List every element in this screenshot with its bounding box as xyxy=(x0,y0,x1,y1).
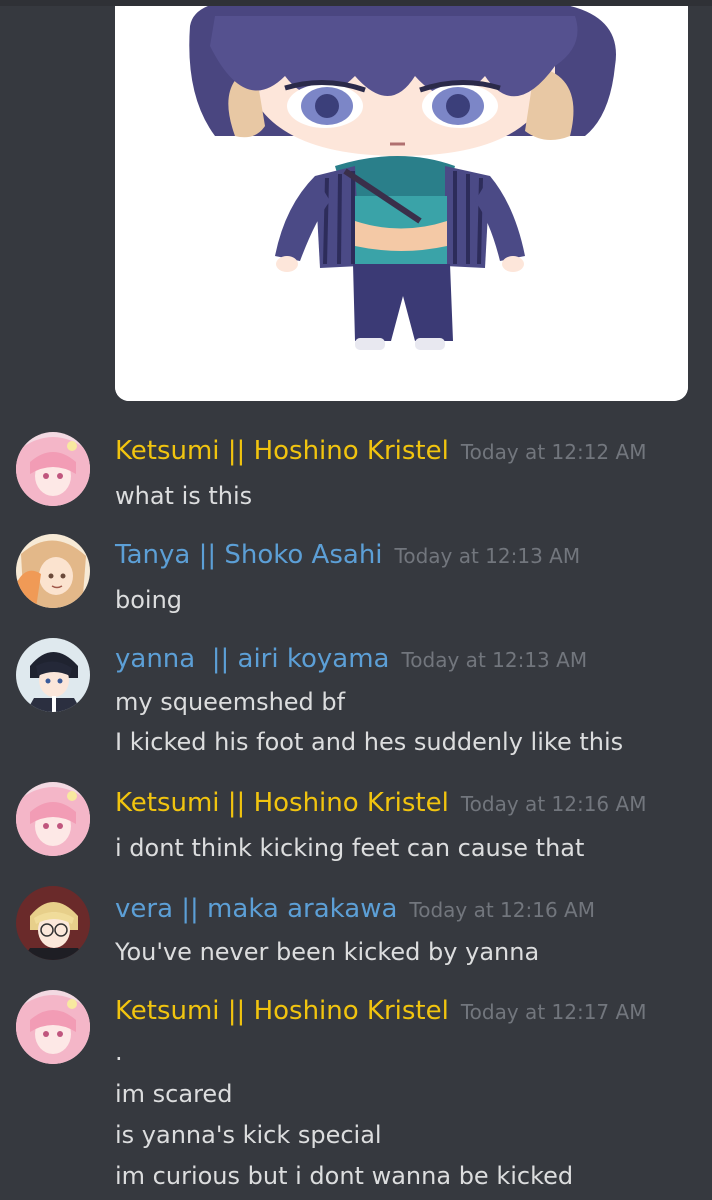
timestamp: Today at 12:13 AM xyxy=(394,544,581,568)
timestamp: Today at 12:17 AM xyxy=(460,1000,647,1024)
username[interactable]: Tanya || Shoko Asahi xyxy=(115,538,383,572)
message-text: . xyxy=(115,1038,123,1066)
avatar-blonde-hair-icon xyxy=(16,534,90,608)
avatar-pink-hair-icon xyxy=(16,990,90,1064)
timestamp: Today at 12:16 AM xyxy=(409,898,595,922)
message-text: what is this xyxy=(115,482,253,510)
timestamp: Today at 12:12 AM xyxy=(460,440,647,464)
message-text: boing xyxy=(115,586,183,614)
avatar-glasses-icon xyxy=(16,886,90,960)
username[interactable]: vera || maka arakawa xyxy=(115,892,397,926)
avatar[interactable] xyxy=(16,638,90,712)
username[interactable]: Ketsumi || Hoshino Kristel xyxy=(115,434,449,468)
avatar[interactable] xyxy=(16,534,90,608)
message-text: my squeemshed bf xyxy=(115,688,346,716)
avatar[interactable] xyxy=(16,432,90,506)
message-text: i dont think kicking feet can cause that xyxy=(115,834,585,862)
avatar-pink-hair-icon xyxy=(16,432,90,506)
avatar[interactable] xyxy=(16,782,90,856)
message-text: I kicked his foot and hes suddenly like … xyxy=(115,728,624,756)
timestamp: Today at 12:16 AM xyxy=(460,792,647,816)
chibi-character-image xyxy=(115,6,688,401)
chat-messages: Ketsumi || Hoshino Kristel Today at 12:1… xyxy=(0,0,712,1200)
message-text: im curious but i dont wanna be kicked xyxy=(115,1162,574,1190)
username[interactable]: yanna || airi koyama xyxy=(115,642,389,676)
avatar[interactable] xyxy=(16,990,90,1064)
avatar-dark-hair-icon xyxy=(16,638,90,712)
username[interactable]: Ketsumi || Hoshino Kristel xyxy=(115,786,449,820)
avatar-pink-hair-icon xyxy=(16,782,90,856)
avatar[interactable] xyxy=(16,886,90,960)
username[interactable]: Ketsumi || Hoshino Kristel xyxy=(115,994,449,1028)
message-text: You've never been kicked by yanna xyxy=(115,938,540,966)
timestamp: Today at 12:13 AM xyxy=(401,648,588,672)
message-text: is yanna's kick special xyxy=(115,1121,382,1149)
image-attachment[interactable] xyxy=(115,6,688,401)
message-text: im scared xyxy=(115,1080,233,1108)
